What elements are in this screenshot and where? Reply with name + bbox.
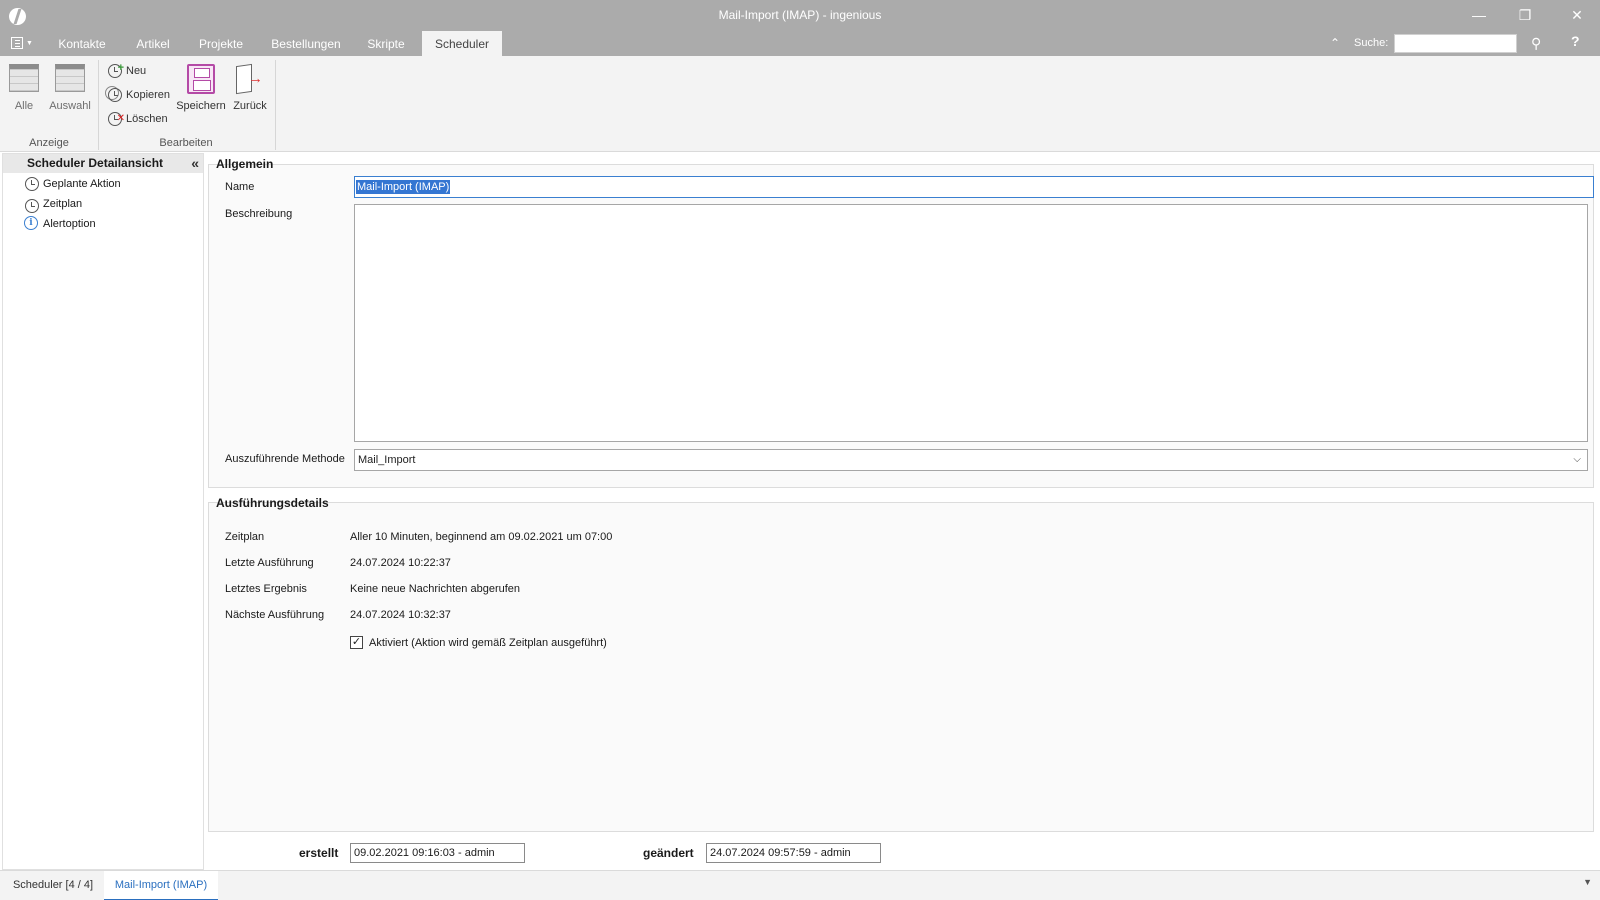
geaendert-field: 24.07.2024 09:57:59 - admin: [706, 843, 881, 863]
erstellt-field: 09.02.2021 09:16:03 - admin: [350, 843, 525, 863]
nav-item-label: Alertoption: [43, 218, 96, 230]
letzte-ausfuehrung-value: 24.07.2024 10:22:37: [350, 557, 451, 569]
table-all-icon: [9, 64, 39, 92]
letztes-ergebnis-label: Letztes Ergebnis: [225, 583, 307, 595]
nav-item-geplante-aktion[interactable]: Geplante Aktion: [23, 174, 121, 194]
nav-item-label: Zeitplan: [43, 198, 83, 210]
minimize-button[interactable]: —: [1456, 0, 1502, 31]
methode-value: Mail_Import: [358, 454, 416, 466]
info-icon: i: [23, 215, 39, 231]
letzte-ausfuehrung-label: Letzte Ausführung: [225, 557, 314, 569]
zeitplan-value: Aller 10 Minuten, beginnend am 09.02.202…: [350, 531, 613, 543]
search-input[interactable]: [1394, 34, 1517, 53]
zeitplan-label: Zeitplan: [225, 531, 265, 543]
allgemein-title: Allgemein: [216, 157, 274, 171]
ribbon: Alle Auswahl Anzeige + Neu Kopieren ✕ Lösc…: [0, 56, 1600, 152]
anzeige-group-label: Anzeige: [29, 137, 69, 149]
loeschen-button[interactable]: ✕ Löschen: [106, 109, 168, 129]
kopieren-label: Kopieren: [126, 89, 171, 101]
nav-header-title: Scheduler Detailansicht: [27, 156, 164, 170]
naechste-ausfuehrung-label: Nächste Ausführung: [225, 609, 325, 621]
erstellt-label: erstellt: [299, 846, 339, 860]
zurueck-label: Zurück: [233, 100, 267, 112]
close-button[interactable]: ✕: [1554, 0, 1600, 31]
neu-label: Neu: [126, 65, 147, 77]
ausfuehrungsdetails-panel: [208, 502, 1594, 832]
document-tab-bar: Scheduler [4 / 4] Mail-Import (IMAP) ▼: [0, 870, 1600, 900]
aktiviert-label: Aktiviert (Aktion wird gemäß Zeitplan au…: [369, 637, 607, 649]
nav-item-label: Geplante Aktion: [43, 178, 121, 190]
search-label: Suche:: [1354, 37, 1389, 49]
alarm-clock-icon: [23, 175, 39, 191]
auswahl-button[interactable]: Auswahl: [49, 64, 91, 112]
tab-projekte[interactable]: Projekte: [191, 31, 251, 56]
speichern-label: Speichern: [176, 100, 226, 112]
doc-tab-scheduler-list[interactable]: Scheduler [4 / 4]: [4, 871, 102, 900]
chevron-down-icon[interactable]: ▼: [1583, 877, 1592, 887]
menu-bar: ▼ Kontakte Artikel Projekte Bestellungen…: [0, 31, 1600, 56]
alle-label: Alle: [14, 100, 34, 112]
double-chevron-left-icon[interactable]: «: [191, 154, 199, 173]
nav-item-zeitplan[interactable]: Zeitplan: [23, 194, 82, 214]
tab-artikel[interactable]: Artikel: [127, 31, 179, 56]
name-value: Mail-Import (IMAP): [356, 180, 451, 194]
chevron-down-icon: ⌵: [1573, 454, 1581, 465]
calendar-clock-icon: [23, 195, 39, 213]
app-menu-icon[interactable]: [11, 37, 23, 49]
window-title: Mail-Import (IMAP) - ingenious: [718, 8, 882, 22]
help-button[interactable]: ?: [1571, 33, 1580, 49]
table-selection-icon: [55, 64, 85, 92]
tab-scheduler[interactable]: Scheduler: [422, 31, 502, 56]
methode-select[interactable]: Mail_Import ⌵: [354, 449, 1588, 471]
neu-button[interactable]: + Neu: [106, 61, 146, 81]
alarm-clock-copy-icon: [105, 86, 122, 102]
zurueck-button[interactable]: → Zurück: [232, 63, 268, 112]
nav-header: Scheduler Detailansicht «: [3, 154, 203, 173]
beschreibung-label: Beschreibung: [225, 208, 293, 220]
speichern-button[interactable]: Speichern: [176, 64, 226, 112]
naechste-ausfuehrung-value: 24.07.2024 10:32:37: [350, 609, 451, 621]
aktiviert-checkbox[interactable]: ✓: [350, 636, 363, 649]
loeschen-label: Löschen: [126, 113, 168, 125]
alarm-clock-delete-icon: ✕: [106, 110, 125, 126]
restore-button[interactable]: ❐: [1502, 0, 1548, 31]
left-nav: Scheduler Detailansicht « Geplante Aktio…: [2, 153, 204, 870]
kopieren-button[interactable]: Kopieren: [105, 85, 171, 105]
beschreibung-textarea[interactable]: [354, 204, 1588, 442]
alle-button[interactable]: Alle: [8, 64, 40, 112]
doc-tab-mail-import[interactable]: Mail-Import (IMAP): [104, 871, 218, 900]
letztes-ergebnis-value: Keine neue Nachrichten abgerufen: [350, 583, 521, 595]
alarm-clock-add-icon: +: [106, 62, 124, 78]
ribbon-separator: [275, 60, 276, 150]
auswahl-label: Auswahl: [49, 100, 91, 112]
binoculars-icon[interactable]: ⚲: [1531, 35, 1541, 52]
name-label: Name: [225, 181, 255, 193]
name-input[interactable]: Mail-Import (IMAP): [354, 176, 1594, 198]
tab-bestellungen[interactable]: Bestellungen: [266, 31, 346, 56]
title-bar: Mail-Import (IMAP) - ingenious — ❐ ✕: [0, 0, 1600, 31]
tab-skripte[interactable]: Skripte: [360, 31, 412, 56]
save-icon: [187, 64, 215, 94]
bearbeiten-group-label: Bearbeiten: [159, 137, 213, 149]
exit-door-icon: →: [234, 63, 266, 95]
nav-item-alertoption[interactable]: i Alertoption: [23, 214, 96, 234]
chevron-down-icon: ▼: [26, 40, 33, 47]
tab-kontakte[interactable]: Kontakte: [50, 31, 114, 56]
collapse-ribbon-icon[interactable]: ⌃: [1330, 36, 1340, 50]
methode-label: Auszuführende Methode: [225, 453, 345, 465]
ausfuehrungsdetails-title: Ausführungsdetails: [216, 496, 329, 510]
geaendert-label: geändert: [643, 846, 694, 860]
